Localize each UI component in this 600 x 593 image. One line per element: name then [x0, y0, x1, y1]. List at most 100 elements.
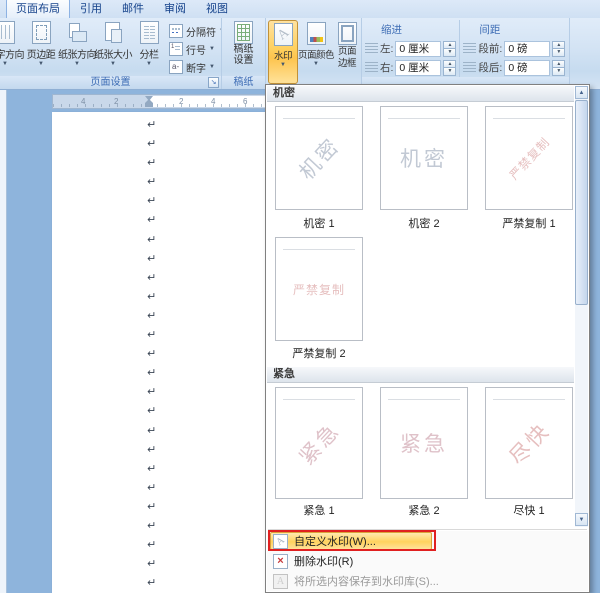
- group-label-page-setup: 页面设置 ↘: [0, 76, 221, 89]
- tab-page-layout[interactable]: 页面布局: [6, 0, 70, 18]
- hyphenation-button[interactable]: 断字 ▼: [167, 58, 221, 76]
- button-label: 纸张方向: [58, 50, 97, 61]
- paragraph-mark: ↵: [147, 309, 157, 322]
- ruler-number: 6: [243, 97, 248, 106]
- menu-item-save-to-gallery: 将所选内容保存到水印库(S)...: [267, 571, 588, 591]
- paragraph-mark: ↵: [147, 252, 157, 265]
- button-label: 水印: [273, 51, 293, 62]
- hyphenation-icon: [169, 60, 183, 74]
- orientation-button[interactable]: 纸张方向 ▼: [58, 20, 97, 68]
- left-edge-strip: [0, 90, 7, 593]
- watermark-thumbnail[interactable]: 严禁复制: [275, 237, 363, 341]
- watermark-thumbnail[interactable]: 尽快: [485, 387, 573, 499]
- paragraph-mark: ↵: [147, 138, 157, 151]
- manuscript-setup-button[interactable]: 稿纸 设置: [224, 20, 264, 66]
- watermark-thumbnail[interactable]: 严禁复制: [485, 106, 573, 210]
- scroll-up-icon[interactable]: ▲: [575, 86, 588, 99]
- paragraph-mark: ↵: [147, 271, 157, 284]
- scrollbar-thumb[interactable]: [575, 100, 588, 305]
- left-indent-marker[interactable]: [145, 99, 153, 107]
- button-label: 行号: [186, 45, 206, 57]
- page-borders-button[interactable]: 页面 边框: [334, 20, 360, 69]
- button-label: 断字: [186, 63, 206, 75]
- chevron-down-icon: ▼: [146, 61, 152, 67]
- chevron-down-icon: ▼: [209, 63, 215, 70]
- watermark-preview-text: 机密: [294, 132, 345, 185]
- paragraph-mark: ↵: [147, 558, 157, 571]
- watermark-button[interactable]: 水印 ▼: [268, 20, 298, 84]
- group-paragraph: 缩进 左: 0 厘米 ▲ ▼ 右: 0 厘米 ▲ ▼ 间距 段前: 0 磅 ▲ …: [362, 18, 570, 89]
- watermark-preview-text: 机密: [400, 147, 448, 171]
- gallery-scrollbar[interactable]: ▲ ▼: [575, 86, 588, 527]
- watermark-preview-text: 紧急: [400, 432, 448, 456]
- line-numbers-button[interactable]: 行号 ▼: [167, 40, 221, 58]
- menu-item-custom-watermark[interactable]: 自定义水印(W)...: [267, 530, 588, 551]
- margins-button[interactable]: 页边距 ▼: [23, 20, 59, 68]
- paragraph-mark: ↵: [147, 290, 157, 303]
- button-label: 文字方向: [0, 50, 25, 61]
- group-label-text: 稿纸: [233, 77, 254, 88]
- paragraph-mark: ↵: [147, 481, 157, 494]
- indent-right-stepper[interactable]: ▲ ▼: [443, 59, 457, 76]
- indent-right-input[interactable]: 0 厘米: [395, 59, 442, 76]
- tab-view[interactable]: 视图: [196, 0, 238, 18]
- spacing-before-stepper[interactable]: ▲ ▼: [552, 40, 566, 57]
- breaks-button[interactable]: 分隔符 ▼: [167, 22, 221, 40]
- tab-review[interactable]: 审阅: [154, 0, 196, 18]
- menu-separator: [268, 529, 587, 530]
- paragraph-mark: ↵: [147, 176, 157, 189]
- indent-left-stepper[interactable]: ▲ ▼: [443, 40, 457, 57]
- spacing-before-input[interactable]: 0 磅: [504, 40, 551, 57]
- watermark-preview-text: 紧急: [294, 417, 345, 470]
- line-numbers-icon: [169, 42, 183, 56]
- menu-item-remove-watermark[interactable]: 删除水印(R): [267, 551, 588, 571]
- group-page-setup: 文字方向 ▼ 页边距 ▼ 纸张方向 ▼ 纸张大: [0, 18, 222, 89]
- paper-size-button[interactable]: 纸张大小 ▼: [94, 20, 133, 68]
- spacing-after-stepper[interactable]: ▲ ▼: [552, 59, 566, 76]
- spacing-after-input[interactable]: 0 磅: [504, 59, 551, 76]
- chevron-down-icon: ▼: [313, 61, 319, 67]
- ribbon-body: 文字方向 ▼ 页边距 ▼ 纸张方向 ▼ 纸张大: [0, 18, 600, 89]
- page-color-button[interactable]: 页面颜色 ▼: [298, 20, 335, 68]
- thumbnail-label: 尽快 1: [513, 505, 545, 517]
- spacing-before-icon: [463, 43, 477, 54]
- tab-mailings[interactable]: 邮件: [112, 0, 154, 18]
- thumbnail-label: 紧急 2: [408, 505, 440, 517]
- paragraph-mark: ↵: [147, 367, 157, 380]
- thumbnail-label: 严禁复制 1: [502, 218, 556, 230]
- watermark-thumbnail[interactable]: 机密: [380, 106, 468, 210]
- watermark-dropdown: 机密 机密 机密 1 机密 机密 2 严禁复制 严禁复制 1 严禁复制 严禁复制…: [265, 84, 590, 593]
- indent-right-icon: [365, 62, 378, 73]
- button-label: 页边距: [26, 50, 56, 61]
- spacing-after-label: 段后:: [478, 62, 503, 74]
- watermark-thumbnail[interactable]: 紧急: [380, 387, 468, 499]
- ruler-number: 2: [114, 97, 119, 106]
- breaks-icon: [169, 24, 183, 38]
- page-borders-icon: [337, 22, 357, 45]
- chevron-down-icon: ▼: [219, 28, 221, 35]
- columns-button[interactable]: 分栏 ▼: [131, 20, 167, 68]
- paragraph-mark: ↵: [147, 405, 157, 418]
- watermark-preview-text: 严禁复制: [292, 282, 345, 297]
- dialog-launcher-icon[interactable]: ↘: [208, 77, 219, 88]
- chevron-down-icon: ▼: [110, 61, 116, 67]
- thumbnail-label: 严禁复制 2: [292, 348, 346, 360]
- indent-right-label: 右:: [380, 62, 394, 74]
- button-label: 纸张大小: [94, 50, 133, 61]
- paragraph-mark: ↵: [147, 386, 157, 399]
- spacing-before-label: 段前:: [478, 43, 503, 55]
- indent-left-label: 左:: [380, 43, 394, 55]
- watermark-thumbnail[interactable]: 机密: [275, 106, 363, 210]
- tab-references[interactable]: 引用: [70, 0, 112, 18]
- group-label-manuscript: 稿纸: [222, 76, 265, 89]
- remove-watermark-icon: [273, 553, 288, 569]
- button-label-line1: 稿纸: [233, 44, 254, 55]
- watermark-thumbnail[interactable]: 紧急: [275, 387, 363, 499]
- scroll-down-icon[interactable]: ▼: [575, 513, 588, 526]
- indent-column: 缩进 左: 0 厘米 ▲ ▼ 右: 0 厘米 ▲ ▼: [362, 20, 459, 77]
- paragraph-mark: ↵: [147, 424, 157, 437]
- text-direction-button[interactable]: 文字方向 ▼: [0, 20, 25, 68]
- button-label-line2: 边框: [337, 58, 357, 69]
- button-label: 分栏: [139, 50, 160, 61]
- indent-left-input[interactable]: 0 厘米: [395, 40, 442, 57]
